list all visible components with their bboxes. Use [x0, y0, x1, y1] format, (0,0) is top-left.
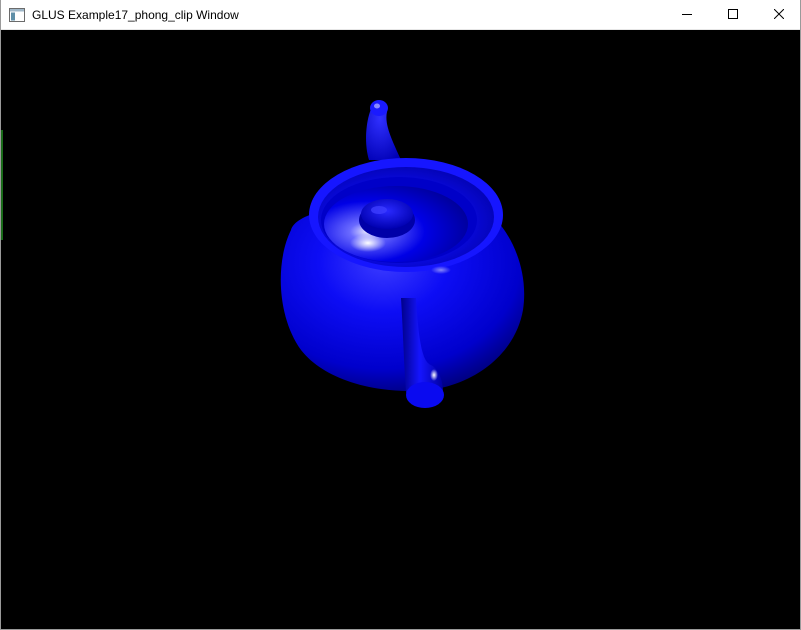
minimize-button[interactable] [664, 0, 710, 30]
teapot-knob [359, 199, 415, 238]
teapot-spout [366, 100, 401, 160]
teapot-render [280, 100, 525, 408]
window-controls [664, 0, 800, 30]
app-window-icon [9, 7, 25, 23]
render-viewport[interactable] [1, 30, 800, 629]
minimize-icon [682, 6, 692, 24]
close-icon [773, 6, 785, 24]
window-title: GLUS Example17_phong_clip Window [32, 7, 239, 22]
close-button[interactable] [756, 0, 800, 30]
maximize-button[interactable] [710, 0, 756, 30]
viewport-edge-artifact [1, 130, 3, 240]
maximize-icon [728, 6, 738, 24]
title-bar[interactable]: GLUS Example17_phong_clip Window [1, 0, 800, 30]
app-window: GLUS Example17_phong_clip Window [0, 0, 801, 630]
